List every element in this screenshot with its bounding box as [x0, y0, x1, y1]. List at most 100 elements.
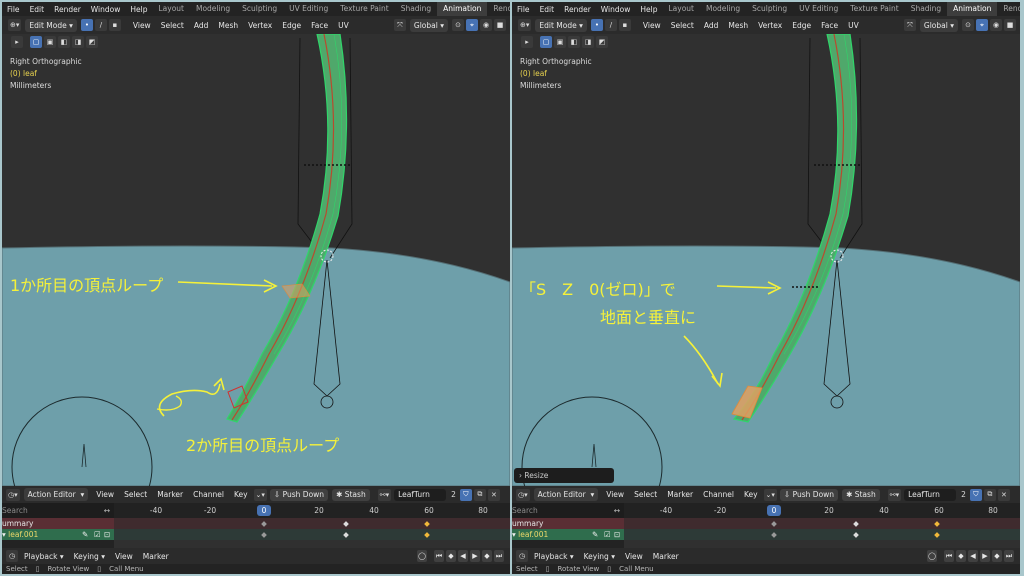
push-down-button[interactable]: ⇩ Push Down	[779, 488, 839, 501]
3d-viewport[interactable]: ▸ ▢ ▣ ◧ ◨ ◩ Right Orthographic (0) leaf …	[512, 34, 1020, 486]
orientation-icon[interactable]: ⤧	[903, 19, 916, 31]
ae-menu-view[interactable]: View	[601, 490, 629, 499]
ae-menu-marker[interactable]: Marker	[152, 490, 188, 499]
wrench-icon[interactable]: ✎	[592, 529, 598, 540]
editor-type-icon[interactable]: ⊕▾	[8, 19, 22, 31]
tab-shading[interactable]: Shading	[905, 2, 947, 16]
summary-keyframe[interactable]	[424, 520, 431, 527]
swap-icon[interactable]: ↔	[614, 503, 620, 518]
fake-user-shield-icon[interactable]: ⛉	[969, 488, 982, 501]
proportional-icon[interactable]: ◉	[480, 19, 492, 31]
tab-rendering[interactable]: Rendering	[487, 2, 510, 16]
tab-shading[interactable]: Shading	[395, 2, 437, 16]
leaf-channel-row[interactable]: ▾ leaf.001 ✎ ☑ ⊡	[2, 529, 510, 540]
unlink-action-icon[interactable]: ✕	[997, 488, 1010, 501]
ae-menu-view[interactable]: View	[91, 490, 119, 499]
vp-menu-mesh[interactable]: Mesh	[213, 21, 243, 30]
select-intersect-icon[interactable]: ◩	[596, 36, 608, 48]
tab-uv-editing[interactable]: UV Editing	[283, 2, 334, 16]
vp-menu-view[interactable]: View	[128, 21, 156, 30]
play-reverse-icon[interactable]: ◀	[458, 550, 468, 562]
record-icon[interactable]: ◯	[417, 550, 427, 562]
vertex-select-icon[interactable]: •	[590, 19, 603, 31]
vp-menu-edge[interactable]: Edge	[277, 21, 306, 30]
leaf-channel[interactable]: ▾ leaf.001 ✎ ☑ ⊡	[512, 529, 624, 540]
play-icon[interactable]: ▶	[980, 550, 990, 562]
shading-icon[interactable]: ■	[1004, 19, 1016, 31]
vp-menu-select[interactable]: Select	[156, 21, 189, 30]
menu-render[interactable]: Render	[49, 5, 86, 14]
snap-icon[interactable]: ⌖	[466, 19, 478, 31]
resize-operator-panel[interactable]: › Resize	[514, 468, 614, 483]
leaf-keyframe[interactable]	[424, 531, 431, 538]
tab-layout[interactable]: Layout	[662, 2, 700, 16]
summary-row[interactable]: ummary	[512, 518, 1020, 529]
ae-menu-channel[interactable]: Channel	[698, 490, 739, 499]
pb-menu-view[interactable]: View	[110, 552, 138, 561]
menu-file[interactable]: File	[512, 5, 535, 14]
tab-sculpting[interactable]: Sculpting	[236, 2, 283, 16]
action-browse-icon[interactable]: ⚯▾	[887, 488, 902, 501]
dopesheet-editor-icon[interactable]: ◷▾	[516, 488, 530, 501]
summary-keyframe[interactable]	[342, 520, 349, 527]
ae-menu-select[interactable]: Select	[119, 490, 152, 499]
tab-layout[interactable]: Layout	[152, 2, 190, 16]
lock-icon[interactable]: ⊡	[104, 529, 110, 540]
select-subtract-icon[interactable]: ◧	[568, 36, 580, 48]
select-new-icon[interactable]: ▢	[30, 36, 42, 48]
pb-menu-marker[interactable]: Marker	[648, 552, 684, 561]
action-mode-dropdown[interactable]: Action Editor ▾	[23, 488, 89, 501]
prev-keyframe-icon[interactable]: ◆	[446, 550, 456, 562]
action-name-field[interactable]: LeafTurn	[904, 488, 957, 501]
interpolation-icon[interactable]: ⌄▾	[763, 488, 777, 501]
vp-menu-view[interactable]: View	[638, 21, 666, 30]
edge-select-icon[interactable]: /	[94, 19, 107, 31]
vp-menu-mesh[interactable]: Mesh	[723, 21, 753, 30]
select-intersect-icon[interactable]: ◩	[86, 36, 98, 48]
vp-menu-add[interactable]: Add	[699, 21, 724, 30]
jump-end-icon[interactable]: ⏭	[494, 550, 504, 562]
3d-viewport[interactable]: ▸ ▢ ▣ ◧ ◨ ◩ Right Orthographic (0) leaf …	[2, 34, 510, 486]
action-browse-icon[interactable]: ⚯▾	[377, 488, 392, 501]
select-extend-icon[interactable]: ▣	[44, 36, 56, 48]
pb-menu-playback[interactable]: Playback ▾	[529, 552, 579, 561]
timeline-ruler[interactable]: Search ↔ -40 -20 0 20 40 60 80	[512, 503, 1020, 518]
leaf-keyframe[interactable]	[771, 531, 777, 538]
menu-help[interactable]: Help	[125, 5, 152, 14]
summary-keyframe[interactable]	[934, 520, 941, 527]
vp-menu-edge[interactable]: Edge	[787, 21, 816, 30]
checkbox-icon[interactable]: ☑	[94, 529, 101, 540]
pb-menu-view[interactable]: View	[620, 552, 648, 561]
leaf-keyframe[interactable]	[852, 531, 859, 538]
jump-end-icon[interactable]: ⏭	[1004, 550, 1014, 562]
stash-button[interactable]: ✱ Stash	[842, 488, 880, 501]
select-extend-icon[interactable]: ▣	[554, 36, 566, 48]
ae-menu-key[interactable]: Key	[739, 490, 763, 499]
action-name-field[interactable]: LeafTurn	[394, 488, 447, 501]
next-keyframe-icon[interactable]: ◆	[992, 550, 1002, 562]
menu-window[interactable]: Window	[596, 5, 636, 14]
orientation-dropdown[interactable]: Global ▾	[919, 18, 958, 32]
pb-menu-playback[interactable]: Playback ▾	[19, 552, 69, 561]
leaf-channel-row[interactable]: ▾ leaf.001 ✎ ☑ ⊡	[512, 529, 1020, 540]
select-tool-icon[interactable]: ▸	[11, 36, 23, 48]
summary-row[interactable]: ummary	[2, 518, 510, 529]
vp-menu-uv[interactable]: UV	[333, 21, 354, 30]
current-frame-indicator[interactable]: 0	[767, 505, 781, 516]
editor-type-icon[interactable]: ⊕▾	[518, 19, 532, 31]
lock-icon[interactable]: ⊡	[614, 529, 620, 540]
orientation-dropdown[interactable]: Global ▾	[409, 18, 448, 32]
select-subtract-icon[interactable]: ◧	[58, 36, 70, 48]
tab-modeling[interactable]: Modeling	[190, 2, 236, 16]
menu-window[interactable]: Window	[86, 5, 126, 14]
menu-edit[interactable]: Edit	[535, 5, 560, 14]
pb-menu-keying[interactable]: Keying ▾	[69, 552, 110, 561]
menu-edit[interactable]: Edit	[25, 5, 50, 14]
new-action-icon[interactable]: ⧉	[473, 488, 486, 501]
dopesheet-editor-icon[interactable]: ◷▾	[6, 488, 20, 501]
vp-menu-face[interactable]: Face	[816, 21, 843, 30]
channel-search-input[interactable]: Search ↔	[512, 503, 624, 518]
face-select-icon[interactable]: ▪	[108, 19, 121, 31]
wrench-icon[interactable]: ✎	[82, 529, 88, 540]
select-new-icon[interactable]: ▢	[540, 36, 552, 48]
